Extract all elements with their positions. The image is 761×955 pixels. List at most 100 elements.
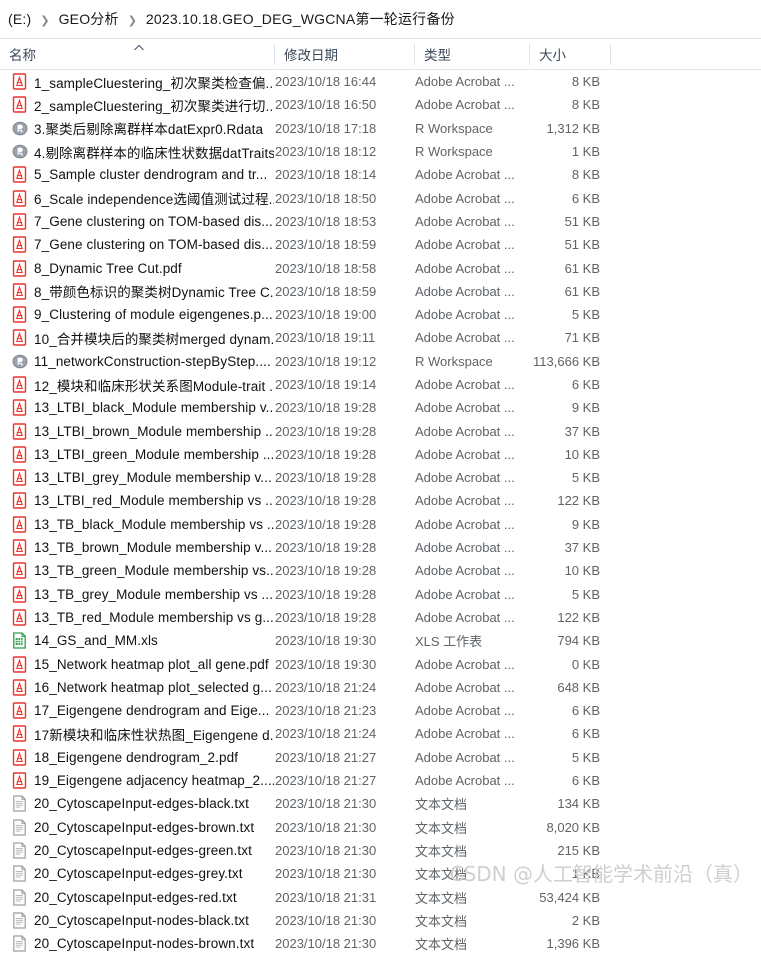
file-name-cell[interactable]: 19_Eigengene adjacency heatmap_2....	[12, 772, 274, 789]
file-row[interactable]: 17新模块和临床性状热图_Eigengene d... 2023/10/18 21…	[0, 722, 761, 746]
file-row[interactable]: 13_TB_green_Module membership vs... 2023/…	[0, 559, 761, 583]
file-name-cell[interactable]: 13_LTBI_black_Module membership v...	[12, 399, 274, 416]
file-row[interactable]: 20_CytoscapeInput-edges-red.txt 2023/10/1…	[0, 885, 761, 909]
file-name-cell[interactable]: 4.剔除离群样本的临床性状数据datTraits...	[12, 142, 274, 162]
file-row[interactable]: 3.聚类后剔除离群样本datExpr0.Rdata 2023/10/18 17:1…	[0, 116, 761, 140]
file-name-cell[interactable]: 16_Network heatmap plot_selected g...	[12, 679, 274, 696]
column-header-date[interactable]: 修改日期	[275, 39, 415, 69]
file-row[interactable]: 16_Network heatmap plot_selected g... 202…	[0, 675, 761, 700]
file-name-cell[interactable]: 7_Gene clustering on TOM-based dis...	[12, 236, 274, 253]
file-row[interactable]: 7_Gene clustering on TOM-based dis... 202…	[0, 209, 761, 234]
file-name-cell[interactable]: 13_TB_brown_Module membership v...	[12, 539, 274, 556]
file-name-cell[interactable]: 13_LTBI_red_Module membership vs ...	[12, 492, 274, 510]
file-row[interactable]: 13_LTBI_red_Module membership vs ... 2023…	[0, 489, 761, 513]
file-row[interactable]: 4.剔除离群样本的临床性状数据datTraits... 2023/10/18 18…	[0, 139, 761, 164]
breadcrumb-item-2[interactable]: 2023.10.18.GEO_DEG_WGCNA第一轮运行备份	[142, 7, 459, 31]
file-date-cell: 2023/10/18 21:30	[275, 912, 377, 928]
file-row[interactable]: 15_Network heatmap plot_all gene.pdf 2023…	[0, 652, 761, 676]
file-name-cell[interactable]: 1_sampleCluestering_初次聚类检查偏...	[12, 72, 274, 92]
file-row[interactable]: 2_sampleCluestering_初次聚类进行切... 2023/10/18…	[0, 93, 761, 117]
file-name-cell[interactable]: 13_TB_red_Module membership vs g...	[12, 609, 274, 626]
file-name-label: 20_CytoscapeInput-nodes-black.txt	[34, 912, 249, 928]
file-name-cell[interactable]: 13_TB_green_Module membership vs...	[12, 562, 274, 580]
file-size-cell: 1,396 KB	[546, 936, 601, 952]
file-date-cell: 2023/10/18 19:28	[275, 446, 377, 462]
file-name-cell[interactable]: 13_LTBI_grey_Module membership v...	[12, 469, 274, 486]
file-row[interactable]: 17_Eigengene dendrogram and Eige... 2023/…	[0, 699, 761, 723]
file-name-cell[interactable]: 20_CytoscapeInput-edges-grey.txt	[12, 865, 274, 882]
file-row[interactable]: 20_CytoscapeInput-nodes-brown.txt 2023/10…	[0, 931, 761, 955]
file-row[interactable]: 6_Scale independence选阈值测试过程... 2023/10/18…	[0, 186, 761, 210]
file-row[interactable]: 9_Clustering of module eigengenes.p... 20…	[0, 302, 761, 327]
file-row[interactable]: 20_CytoscapeInput-edges-grey.txt 2023/10/…	[0, 862, 761, 886]
txt-file-icon	[12, 865, 27, 882]
file-row[interactable]: 8_带颜色标识的聚类树Dynamic Tree C... 2023/10/18 1…	[0, 279, 761, 303]
file-row[interactable]: 13_LTBI_grey_Module membership v... 2023/…	[0, 466, 761, 490]
file-row[interactable]: 14_GS_and_MM.xls 2023/10/18 19:30 XLS 工作表 7…	[0, 629, 761, 653]
file-name-cell[interactable]: 17_Eigengene dendrogram and Eige...	[12, 702, 274, 719]
file-row[interactable]: 12_模块和临床形状关系图Module-trait ... 2023/10/18 …	[0, 372, 761, 397]
file-name-cell[interactable]: 2_sampleCluestering_初次聚类进行切...	[12, 95, 274, 115]
column-header-type[interactable]: 类型	[415, 39, 530, 69]
file-row[interactable]: 8_Dynamic Tree Cut.pdf 2023/10/18 18:58 Ad…	[0, 256, 761, 280]
file-name-cell[interactable]: 13_TB_black_Module membership vs ...	[12, 516, 274, 533]
file-row[interactable]: 13_TB_brown_Module membership v... 2023/1…	[0, 535, 761, 560]
file-row[interactable]: 20_CytoscapeInput-edges-green.txt 2023/10…	[0, 838, 761, 863]
file-name-cell[interactable]: 13_LTBI_green_Module membership ...	[12, 446, 274, 463]
file-row[interactable]: 13_LTBI_brown_Module membership ... 2023/…	[0, 419, 761, 443]
column-divider-4[interactable]	[610, 44, 611, 65]
file-row[interactable]: 13_LTBI_black_Module membership v... 2023…	[0, 396, 761, 420]
file-name-cell[interactable]: 20_CytoscapeInput-edges-brown.txt	[12, 819, 274, 836]
file-name-cell[interactable]: 7_Gene clustering on TOM-based dis...	[12, 213, 274, 230]
file-row[interactable]: 1_sampleCluestering_初次聚类检查偏... 2023/10/18…	[0, 70, 761, 94]
file-name-cell[interactable]: 8_Dynamic Tree Cut.pdf	[12, 259, 274, 277]
file-name-cell[interactable]: 15_Network heatmap plot_all gene.pdf	[12, 655, 274, 673]
file-row[interactable]: 11_networkConstruction-stepByStep.... 202…	[0, 349, 761, 373]
file-row[interactable]: 7_Gene clustering on TOM-based dis... 202…	[0, 233, 761, 257]
file-name-cell[interactable]: 10_合并模块后的聚类树merged dynam...	[12, 328, 274, 348]
file-row[interactable]: 13_TB_grey_Module membership vs ... 2023/…	[0, 582, 761, 606]
file-row[interactable]: 20_CytoscapeInput-nodes-black.txt 2023/10…	[0, 908, 761, 932]
file-name-cell[interactable]: 5_Sample cluster dendrogram and tr...	[12, 166, 274, 184]
file-name-cell[interactable]: 13_TB_grey_Module membership vs ...	[12, 585, 274, 603]
file-name-cell[interactable]: 20_CytoscapeInput-edges-red.txt	[12, 888, 274, 906]
file-date-cell: 2023/10/18 19:30	[275, 633, 377, 649]
file-name-cell[interactable]: 8_带颜色标识的聚类树Dynamic Tree C...	[12, 281, 274, 301]
file-name-cell[interactable]: 18_Eigengene dendrogram_2.pdf	[12, 749, 274, 766]
file-name-cell[interactable]: 13_LTBI_brown_Module membership ...	[12, 422, 274, 440]
file-name-cell[interactable]: 9_Clustering of module eigengenes.p...	[12, 306, 274, 323]
file-name-cell[interactable]: 6_Scale independence选阈值测试过程...	[12, 188, 274, 208]
file-name-cell[interactable]: 20_CytoscapeInput-nodes-brown.txt	[12, 935, 274, 952]
column-header-size[interactable]: 大小	[530, 39, 610, 69]
file-row[interactable]: 13_LTBI_green_Module membership ... 2023/…	[0, 442, 761, 467]
file-row[interactable]: 20_CytoscapeInput-edges-black.txt 2023/10…	[0, 792, 761, 816]
file-list[interactable]: 1_sampleCluestering_初次聚类检查偏... 2023/10/18…	[0, 70, 761, 955]
file-name-cell[interactable]: 14_GS_and_MM.xls	[12, 632, 274, 649]
file-row[interactable]: 10_合并模块后的聚类树merged dynam... 2023/10/18 19…	[0, 326, 761, 350]
file-name-cell[interactable]: 12_模块和临床形状关系图Module-trait ...	[12, 375, 274, 395]
file-name-label: 20_CytoscapeInput-edges-brown.txt	[34, 819, 255, 835]
breadcrumb-item-1[interactable]: GEO分析	[55, 7, 123, 31]
file-name-cell[interactable]: 17新模块和临床性状热图_Eigengene d...	[12, 724, 274, 744]
breadcrumb-separator-icon: ❯	[40, 14, 50, 27]
column-header-type-label: 类型	[424, 48, 451, 63]
file-name-cell[interactable]: 20_CytoscapeInput-edges-green.txt	[12, 842, 274, 859]
file-name-cell[interactable]: 20_CytoscapeInput-edges-black.txt	[12, 795, 274, 812]
file-date-cell: 2023/10/18 21:24	[275, 726, 377, 742]
file-row[interactable]: 5_Sample cluster dendrogram and tr... 202…	[0, 163, 761, 187]
file-row[interactable]: 18_Eigengene dendrogram_2.pdf 2023/10/18 …	[0, 745, 761, 769]
file-name-label: 10_合并模块后的聚类树merged dynam...	[34, 331, 274, 347]
breadcrumb[interactable]: (E:) ❯ GEO分析 ❯ 2023.10.18.GEO_DEG_WGCNA第一轮运行…	[0, 0, 761, 38]
file-row[interactable]: 20_CytoscapeInput-edges-brown.txt 2023/10…	[0, 815, 761, 839]
file-name-cell[interactable]: 20_CytoscapeInput-nodes-black.txt	[12, 912, 274, 929]
file-date-cell: 2023/10/18 21:30	[275, 819, 377, 835]
file-row[interactable]: 13_TB_red_Module membership vs g... 2023/…	[0, 605, 761, 630]
file-row[interactable]: 13_TB_black_Module membership vs ... 2023…	[0, 512, 761, 536]
file-row[interactable]: 19_Eigengene adjacency heatmap_2.... 2023…	[0, 768, 761, 793]
file-name-cell[interactable]: 11_networkConstruction-stepByStep....	[12, 353, 274, 370]
breadcrumb-item-0[interactable]: (E:)	[4, 9, 35, 29]
file-size-cell: 2 KB	[571, 912, 600, 928]
xls-file-icon	[12, 632, 27, 649]
file-name-cell[interactable]: 3.聚类后剔除离群样本datExpr0.Rdata	[12, 118, 274, 138]
pdf-file-icon	[12, 679, 27, 696]
